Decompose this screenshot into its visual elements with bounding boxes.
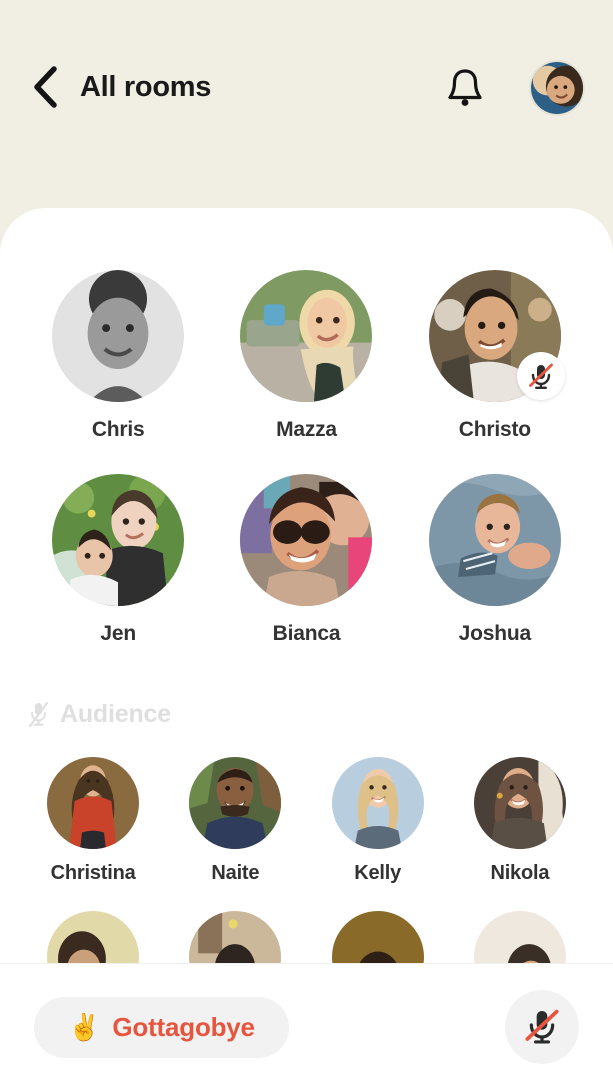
audience-member[interactable]	[307, 911, 449, 963]
audience-avatar	[47, 757, 140, 849]
speaker-avatar-wrap	[428, 474, 561, 606]
bell-icon	[448, 69, 482, 106]
audience-member[interactable]: Nikola	[449, 757, 591, 885]
audience-member-name: Nikola	[490, 862, 550, 884]
app-header: All rooms	[0, 0, 613, 208]
audience-member[interactable]: Kelly	[307, 757, 449, 885]
page-title: All rooms	[80, 70, 212, 103]
audience-member[interactable]: Christina	[22, 757, 164, 885]
peace-hand-icon: ✌️	[68, 1012, 101, 1042]
speaker-avatar-wrap	[52, 270, 185, 402]
audience-member[interactable]	[22, 911, 164, 963]
back-button[interactable]	[28, 58, 62, 116]
avatar-image	[52, 474, 185, 606]
participants-scroll-area[interactable]: Chris Mazza Christo Jen Bianca Joshua Au…	[0, 208, 613, 963]
audience-avatar	[189, 911, 282, 963]
avatar-image	[428, 474, 561, 606]
leave-room-button[interactable]: ✌️ Gottagobye	[34, 996, 289, 1058]
room-sheet: Chris Mazza Christo Jen Bianca Joshua Au…	[0, 208, 613, 1090]
speaker-avatar	[240, 270, 373, 402]
speaker-avatar-wrap	[240, 270, 373, 402]
speaker-avatar	[52, 474, 185, 606]
speaker-name: Chris	[91, 418, 145, 441]
avatar-image	[47, 911, 140, 963]
audience-section-header: Audience	[0, 646, 613, 729]
audience-label: Audience	[60, 700, 171, 728]
avatar-image	[240, 270, 373, 402]
speaker-avatar-wrap	[52, 474, 185, 606]
speaker-avatar-wrap	[428, 270, 565, 402]
avatar-image	[47, 757, 140, 849]
speaker-name: Bianca	[272, 622, 341, 645]
avatar-image	[189, 757, 282, 849]
mic-muted-icon	[528, 363, 553, 389]
avatar-image	[189, 911, 282, 963]
audience-grid: Christina Naite Kelly Nikola	[0, 729, 613, 963]
speaker-avatar	[52, 270, 185, 402]
speaker-card[interactable]: Joshua	[401, 474, 589, 646]
avatar-image	[473, 757, 566, 849]
audience-member-name: Naite	[211, 862, 260, 884]
avatar-image	[531, 62, 583, 114]
audience-member[interactable]: Naite	[164, 757, 306, 885]
header-left-group: All rooms	[28, 58, 443, 116]
speaker-name: Christo	[458, 418, 531, 441]
audience-avatar	[473, 911, 566, 963]
speaker-card[interactable]: Christo	[401, 270, 589, 442]
speaker-avatar	[240, 474, 373, 606]
speaker-name: Mazza	[276, 418, 337, 441]
speakers-grid: Chris Mazza Christo Jen Bianca Joshua	[0, 208, 613, 646]
mute-badge	[516, 352, 565, 400]
audience-member[interactable]	[164, 911, 306, 963]
speaker-card[interactable]: Chris	[24, 270, 212, 442]
speaker-card[interactable]: Bianca	[212, 474, 400, 646]
audience-member-name: Kelly	[354, 862, 402, 884]
avatar-image	[52, 270, 185, 402]
speaker-name: Jen	[100, 622, 136, 645]
avatar-image	[331, 911, 424, 963]
speaker-avatar-wrap	[240, 474, 373, 606]
audience-avatar	[473, 757, 566, 849]
audience-avatar	[189, 757, 282, 849]
notifications-button[interactable]	[443, 64, 487, 112]
leave-room-label: Gottagobye	[112, 1011, 255, 1042]
audience-avatar	[331, 911, 424, 963]
speaker-card[interactable]: Mazza	[212, 270, 400, 442]
profile-avatar[interactable]	[529, 60, 585, 116]
mic-muted-icon	[28, 701, 49, 727]
audience-member-name: Christina	[50, 862, 136, 884]
audience-avatar	[47, 911, 140, 963]
speaker-card[interactable]: Jen	[24, 474, 212, 646]
audience-member[interactable]	[449, 911, 591, 963]
speaker-avatar	[428, 474, 561, 606]
avatar-image	[473, 911, 566, 963]
audience-avatar	[331, 757, 424, 849]
bottom-action-bar: ✌️ Gottagobye	[0, 963, 613, 1090]
speaker-name: Joshua	[458, 622, 532, 645]
avatar-image	[240, 474, 373, 606]
mic-toggle-button[interactable]	[505, 990, 579, 1064]
avatar-image	[331, 757, 424, 849]
mic-muted-icon	[525, 1009, 559, 1044]
header-right-group	[443, 58, 585, 116]
chevron-left-icon	[34, 66, 57, 108]
